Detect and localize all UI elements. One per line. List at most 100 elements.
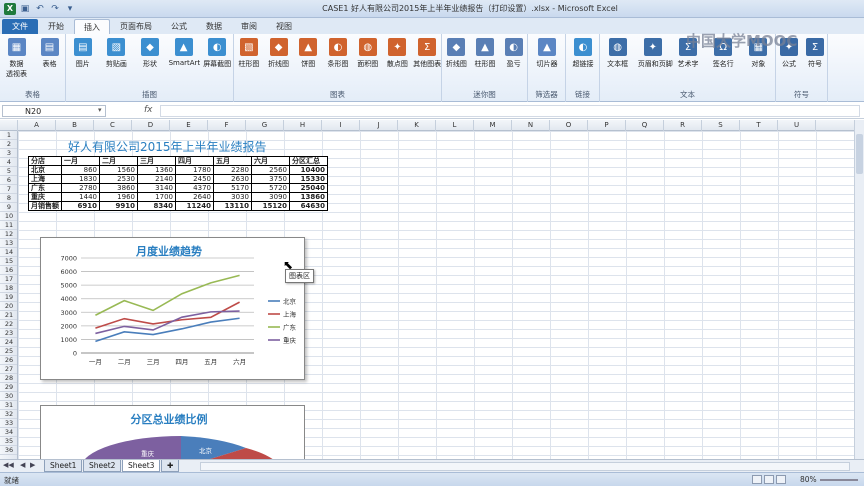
column-header[interactable]: C	[94, 120, 132, 131]
row-header[interactable]: 4	[0, 158, 17, 167]
column-header[interactable]: E	[170, 120, 208, 131]
ribbon-button-3-0[interactable]: ◆ 折线图	[441, 38, 471, 69]
ribbon-button-1-0[interactable]: ▤ 图片	[68, 38, 98, 69]
ribbon-button-2-2[interactable]: ▲ 饼图	[293, 38, 323, 69]
ribbon-button-2-4[interactable]: ◍ 面积图	[353, 38, 383, 69]
row-header[interactable]: 29	[0, 383, 17, 392]
ribbon-button-7-1[interactable]: Σ 符号	[800, 38, 830, 69]
table-cell[interactable]: 9910	[99, 201, 138, 211]
row-header[interactable]: 18	[0, 284, 17, 293]
row-header[interactable]: 3	[0, 149, 17, 158]
undo-icon[interactable]: ↶	[34, 3, 46, 15]
name-box-dropdown-icon[interactable]: ▾	[98, 106, 102, 114]
column-header[interactable]: O	[550, 120, 588, 131]
row-header[interactable]: 34	[0, 428, 17, 437]
table-cell[interactable]: 11240	[175, 201, 214, 211]
row-header[interactable]: 31	[0, 401, 17, 410]
table-cell[interactable]: 2530	[99, 174, 138, 184]
table-cell[interactable]: 月销售额	[28, 201, 62, 211]
tab-1[interactable]: 开始	[39, 19, 73, 34]
table-header-cell[interactable]: 四月	[175, 156, 214, 166]
row-header[interactable]: 33	[0, 419, 17, 428]
column-header[interactable]: N	[512, 120, 550, 131]
table-cell[interactable]: 1780	[175, 165, 214, 175]
column-header[interactable]: I	[322, 120, 360, 131]
column-header[interactable]: L	[436, 120, 474, 131]
ribbon-button-2-5[interactable]: ✦ 散点图	[382, 38, 412, 69]
ribbon-button-1-3[interactable]: ▲ SmartArt	[169, 38, 200, 67]
row-header[interactable]: 6	[0, 176, 17, 185]
row-header[interactable]: 1	[0, 131, 17, 140]
table-cell[interactable]: 1440	[61, 192, 100, 202]
table-cell[interactable]: 10400	[289, 165, 328, 175]
table-header-cell[interactable]: 分店	[28, 156, 62, 166]
table-cell[interactable]: 6910	[61, 201, 100, 211]
zoom-level[interactable]: 80%	[800, 475, 817, 484]
tab-2[interactable]: 插入	[74, 19, 110, 34]
table-cell[interactable]: 3140	[137, 183, 176, 193]
row-header[interactable]: 8	[0, 194, 17, 203]
row-header[interactable]: 21	[0, 311, 17, 320]
row-header[interactable]: 36	[0, 446, 17, 455]
row-header[interactable]: 15	[0, 257, 17, 266]
ribbon-button-0-1[interactable]: ▤ 表格	[35, 38, 65, 69]
ribbon-button-1-2[interactable]: ◆ 形状	[135, 38, 165, 69]
column-header[interactable]: K	[398, 120, 436, 131]
horizontal-scrollbar[interactable]	[200, 462, 850, 471]
row-header[interactable]: 17	[0, 275, 17, 284]
scroll-thumb[interactable]	[856, 134, 863, 174]
row-header[interactable]: 22	[0, 320, 17, 329]
table-cell[interactable]: 8340	[137, 201, 176, 211]
normal-view-button[interactable]	[752, 475, 762, 484]
column-header[interactable]: F	[208, 120, 246, 131]
table-cell[interactable]: 上海	[28, 174, 62, 184]
redo-icon[interactable]: ↷	[49, 3, 61, 15]
table-cell[interactable]: 广东	[28, 183, 62, 193]
table-cell[interactable]: 2140	[137, 174, 176, 184]
table-header-cell[interactable]: 三月	[137, 156, 176, 166]
customize-icon[interactable]: ▾	[64, 3, 76, 15]
table-cell[interactable]: 2560	[251, 165, 290, 175]
row-header[interactable]: 32	[0, 410, 17, 419]
row-header[interactable]: 11	[0, 221, 17, 230]
row-header[interactable]: 10	[0, 212, 17, 221]
ribbon-button-3-1[interactable]: ▲ 柱形图	[470, 38, 500, 69]
table-cell[interactable]: 2630	[213, 174, 252, 184]
ribbon-button-2-6[interactable]: Σ 其他图表	[412, 38, 442, 69]
table-cell[interactable]: 5720	[251, 183, 290, 193]
row-header[interactable]: 35	[0, 437, 17, 446]
column-header[interactable]: T	[740, 120, 778, 131]
pie-chart[interactable]: 分区总业绩比例 重庆 北京	[40, 405, 305, 459]
column-header[interactable]: U	[778, 120, 816, 131]
page-layout-view-button[interactable]	[764, 475, 774, 484]
column-header[interactable]: H	[284, 120, 322, 131]
ribbon-button-1-4[interactable]: ◐ 屏幕截图	[202, 38, 232, 69]
sheet-tab-sheet2[interactable]: Sheet2	[83, 460, 122, 472]
table-cell[interactable]: 2450	[175, 174, 214, 184]
tab-5[interactable]: 数据	[197, 19, 231, 34]
ribbon-button-2-0[interactable]: ▧ 柱形图	[234, 38, 264, 69]
save-icon[interactable]: ▣	[19, 3, 31, 15]
table-cell[interactable]: 15330	[289, 174, 328, 184]
table-cell[interactable]: 5170	[213, 183, 252, 193]
row-header[interactable]: 23	[0, 329, 17, 338]
row-header[interactable]: 14	[0, 248, 17, 257]
ribbon-button-6-0[interactable]: ◍ 文本框	[603, 38, 633, 69]
column-header[interactable]: G	[246, 120, 284, 131]
table-cell[interactable]: 重庆	[28, 192, 62, 202]
row-header[interactable]: 19	[0, 293, 17, 302]
ribbon-button-5-0[interactable]: ◐ 超链接	[568, 38, 598, 69]
table-cell[interactable]: 1700	[137, 192, 176, 202]
table-cell[interactable]: 3860	[99, 183, 138, 193]
column-header[interactable]: A	[18, 120, 56, 131]
tab-0[interactable]: 文件	[2, 19, 38, 34]
tab-3[interactable]: 页面布局	[111, 19, 161, 34]
row-header[interactable]: 5	[0, 167, 17, 176]
table-cell[interactable]: 2640	[175, 192, 214, 202]
table-cell[interactable]: 1830	[61, 174, 100, 184]
formula-input[interactable]	[160, 105, 860, 117]
row-header[interactable]: 25	[0, 347, 17, 356]
row-header[interactable]: 16	[0, 266, 17, 275]
row-header[interactable]: 7	[0, 185, 17, 194]
column-header[interactable]: D	[132, 120, 170, 131]
